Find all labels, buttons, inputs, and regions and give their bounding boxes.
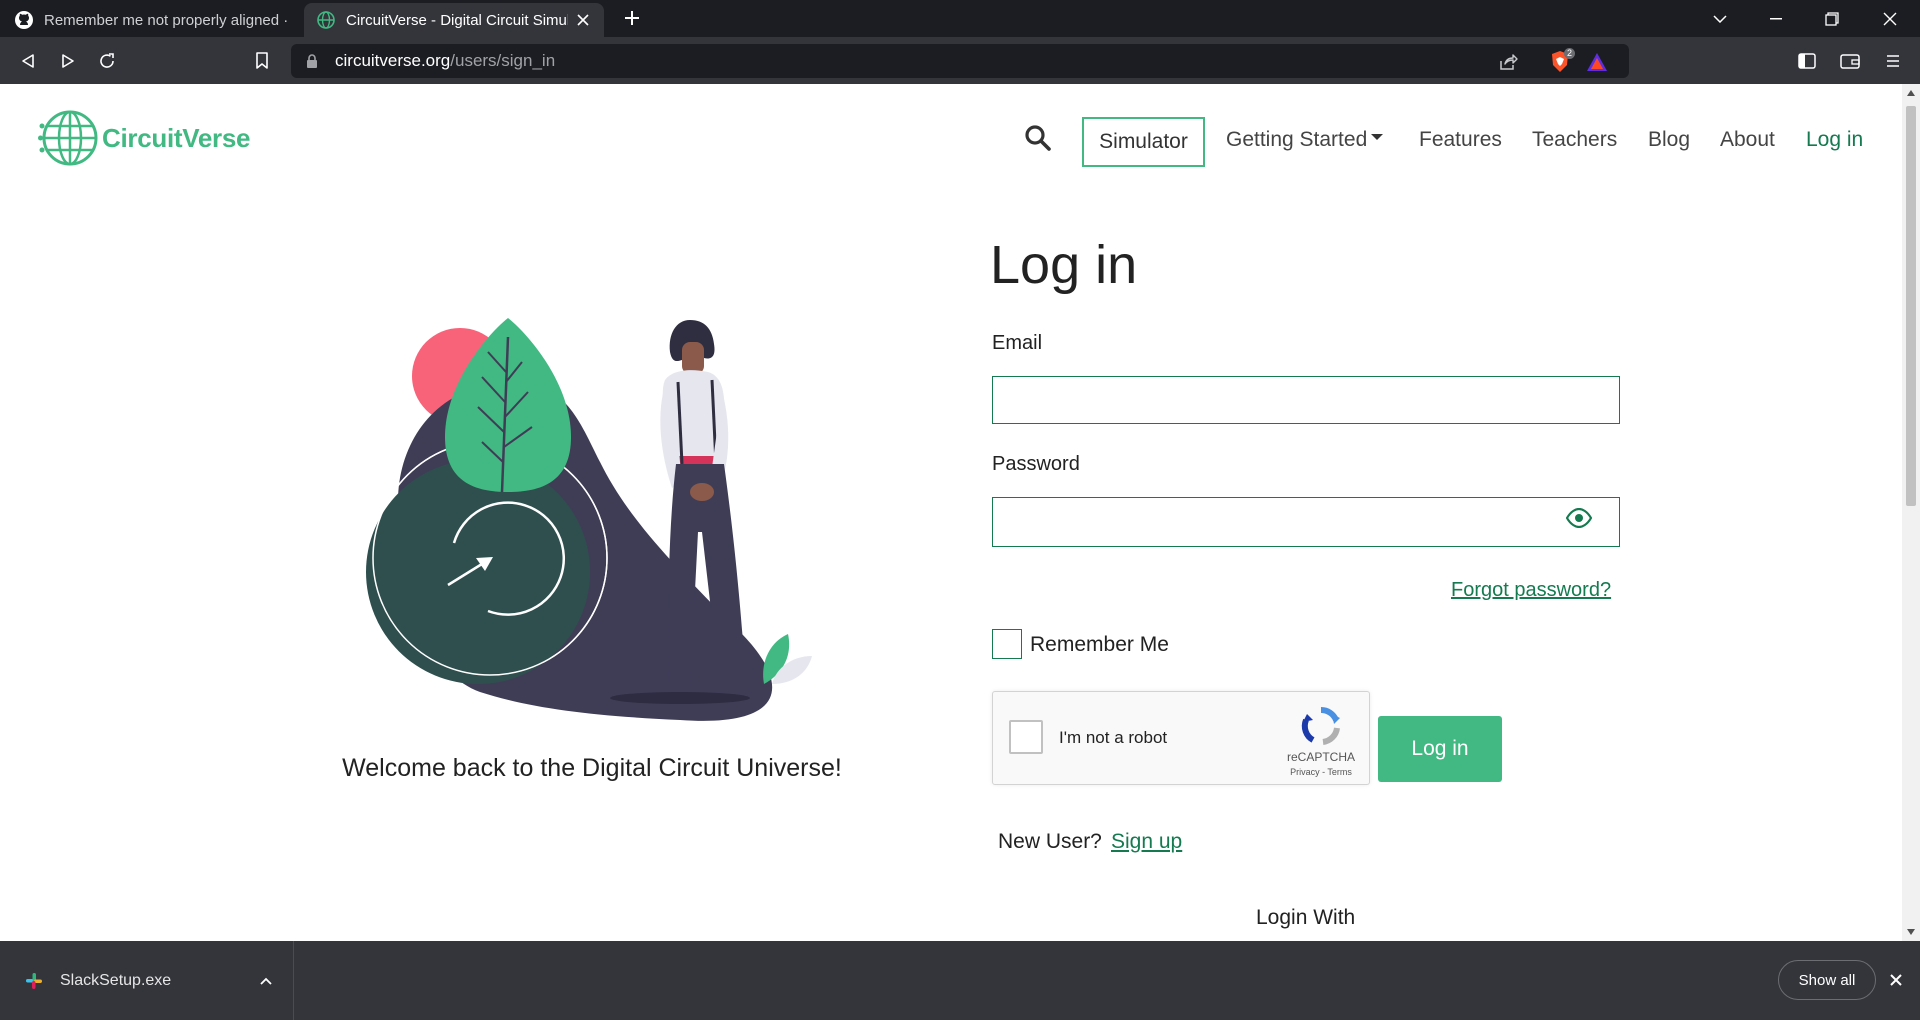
scroll-up-arrow-icon[interactable] (1902, 84, 1920, 102)
brave-rewards-icon[interactable] (1585, 50, 1609, 74)
browser-tab-bar: Remember me not properly aligned · I Cir… (0, 0, 1920, 37)
recaptcha-links[interactable]: Privacy - Terms (1275, 767, 1367, 777)
nav-features[interactable]: Features (1419, 128, 1502, 152)
recaptcha-checkbox[interactable] (1009, 720, 1043, 754)
email-field[interactable] (992, 376, 1620, 424)
browser-tab-circuitverse[interactable]: CircuitVerse - Digital Circuit Simul (304, 3, 604, 37)
menu-icon[interactable] (1879, 47, 1907, 75)
search-icon[interactable] (1024, 124, 1052, 152)
sidebar-toggle-icon[interactable] (1793, 47, 1821, 75)
caret-down-icon (1371, 134, 1384, 141)
slack-icon (26, 972, 42, 989)
login-illustration (366, 318, 812, 721)
reload-button[interactable] (93, 47, 121, 75)
url-domain: circuitverse.org (335, 51, 451, 70)
eye-icon[interactable] (1565, 507, 1593, 529)
url-path: /users/sign_in (450, 51, 556, 70)
recaptcha-brand: reCAPTCHA (1286, 750, 1355, 764)
scroll-down-arrow-icon[interactable] (1902, 923, 1920, 941)
close-icon[interactable] (1885, 969, 1907, 991)
tab-list-chevron-icon[interactable] (1692, 0, 1748, 37)
tab-title: Remember me not properly aligned · I (44, 11, 290, 29)
browser-toolbar: circuitverse.org/users/sign_in 2 (0, 37, 1920, 84)
minimize-button[interactable] (1748, 0, 1804, 37)
download-shelf: SlackSetup.exe Show all (0, 941, 1920, 1020)
nav-getting-started-label: Getting Started (1226, 128, 1368, 151)
tab-title: CircuitVerse - Digital Circuit Simul (346, 11, 568, 29)
logo-text: CircuitVerse (102, 122, 251, 153)
brave-shield-icon[interactable]: 2 (1548, 48, 1576, 74)
close-icon[interactable] (574, 11, 592, 29)
new-user-text: New User? (998, 830, 1102, 853)
remember-me-label: Remember Me (1030, 633, 1169, 656)
wallet-icon[interactable] (1836, 47, 1864, 75)
nav-simulator-button[interactable]: Simulator (1082, 117, 1205, 167)
remember-me-checkbox[interactable] (992, 629, 1022, 659)
password-field[interactable] (992, 497, 1620, 547)
forgot-password-link[interactable]: Forgot password? (1451, 579, 1611, 602)
password-label: Password (992, 453, 1080, 475)
page-content: CircuitVerse Simulator Getting Started F… (0, 84, 1902, 941)
login-with-heading: Login With (1256, 906, 1356, 929)
back-button[interactable] (14, 47, 42, 75)
circuitverse-logo[interactable]: CircuitVerse (38, 108, 250, 168)
recaptcha-widget: I'm not a robot reCAPTCHA Privacy - Term… (992, 691, 1370, 785)
page-title: Log in (990, 235, 1138, 295)
address-bar[interactable]: circuitverse.org/users/sign_in 2 (291, 44, 1629, 78)
share-icon[interactable] (1496, 50, 1520, 74)
nav-login[interactable]: Log in (1806, 128, 1863, 152)
nav-getting-started[interactable]: Getting Started (1226, 128, 1384, 152)
url-text: circuitverse.org/users/sign_in (335, 51, 555, 71)
chevron-up-icon[interactable] (256, 971, 276, 991)
download-item[interactable]: SlackSetup.exe (0, 941, 294, 1020)
restore-button[interactable] (1804, 0, 1860, 37)
welcome-text: Welcome back to the Digital Circuit Univ… (342, 754, 842, 782)
login-submit-button[interactable]: Log in (1378, 716, 1502, 782)
lock-icon (305, 53, 319, 69)
email-label: Email (992, 332, 1043, 354)
new-tab-button[interactable] (620, 6, 644, 30)
show-all-downloads-button[interactable]: Show all (1778, 960, 1876, 1000)
browser-tab-github[interactable]: Remember me not properly aligned · I (2, 3, 302, 37)
nav-teachers[interactable]: Teachers (1532, 128, 1617, 152)
recaptcha-label: I'm not a robot (1059, 728, 1168, 747)
nav-blog[interactable]: Blog (1648, 128, 1690, 152)
github-icon (14, 10, 34, 30)
recaptcha-logo-icon (1301, 706, 1340, 745)
scroll-thumb[interactable] (1906, 106, 1916, 506)
download-filename: SlackSetup.exe (60, 971, 172, 989)
close-window-button[interactable] (1862, 0, 1918, 37)
sign-up-link[interactable]: Sign up (1111, 830, 1182, 854)
bookmark-icon[interactable] (248, 47, 276, 75)
page-scrollbar[interactable] (1902, 84, 1920, 941)
shield-count-badge: 2 (1564, 48, 1576, 59)
nav-about[interactable]: About (1720, 128, 1775, 152)
circuitverse-globe-icon (38, 110, 98, 166)
globe-icon (316, 10, 336, 30)
forward-button[interactable] (54, 47, 82, 75)
